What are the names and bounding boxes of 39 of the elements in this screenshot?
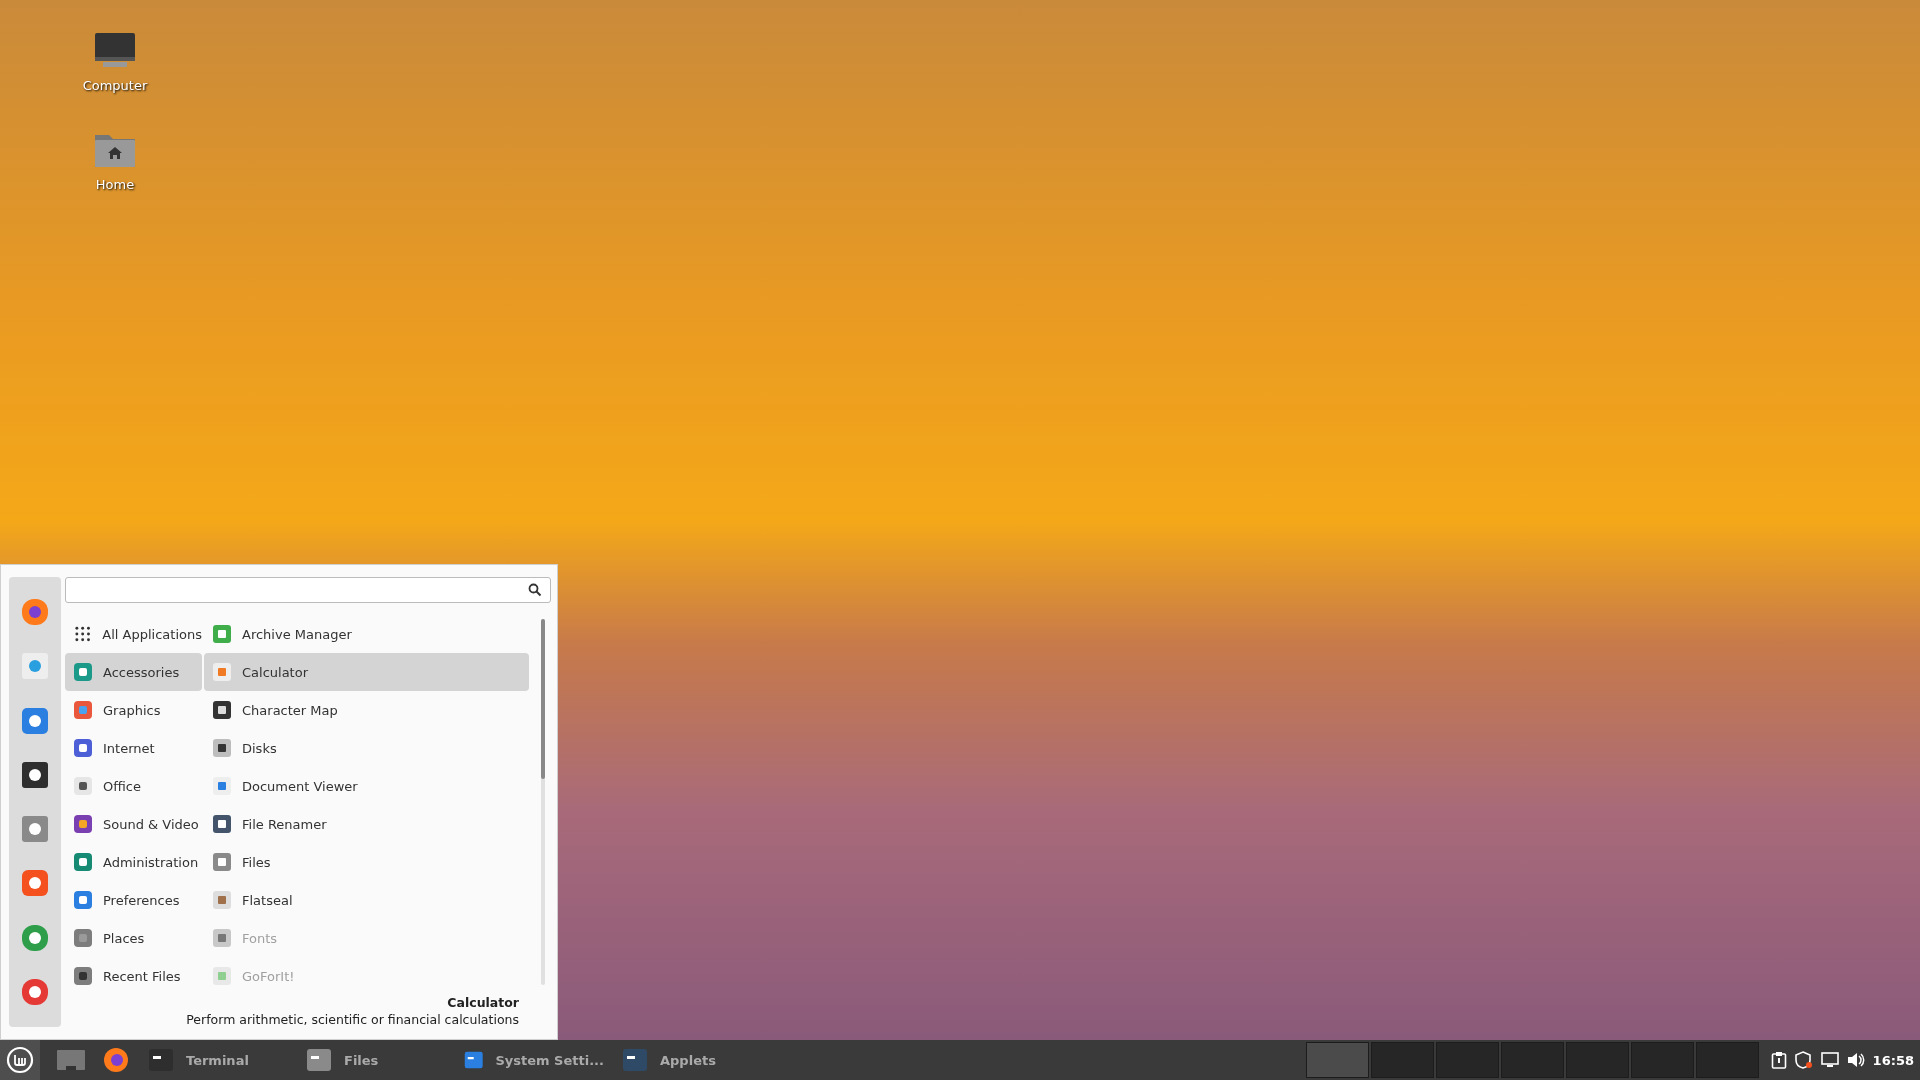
- window-button[interactable]: System Setti...: [458, 1048, 604, 1072]
- app-description: Perform arithmetic, scientific or financial calculations: [186, 1012, 519, 1027]
- search-icon: [528, 583, 542, 597]
- category-item[interactable]: All Applications: [65, 615, 202, 653]
- application-item[interactable]: Character Map: [204, 691, 529, 729]
- logo-icon: [6, 1046, 34, 1074]
- application-item[interactable]: Calculator: [204, 653, 529, 691]
- category-item[interactable]: Sound & Video: [65, 805, 202, 843]
- shield-icon[interactable]: [1794, 1051, 1813, 1069]
- category-item[interactable]: Recent Files: [65, 957, 202, 995]
- category-item[interactable]: Office: [65, 767, 202, 805]
- application-item[interactable]: File Renamer: [204, 805, 529, 843]
- category-item[interactable]: Accessories: [65, 653, 202, 691]
- application-item[interactable]: Document Viewer: [204, 767, 529, 805]
- window-button[interactable]: Terminal: [142, 1048, 288, 1072]
- category-item[interactable]: Places: [65, 919, 202, 957]
- category-item[interactable]: Internet: [65, 729, 202, 767]
- application-item[interactable]: Disks: [204, 729, 529, 767]
- application-item[interactable]: Flatseal: [204, 881, 529, 919]
- display-icon[interactable]: [1820, 1052, 1839, 1068]
- app-description-title: Calculator: [447, 995, 519, 1010]
- scrollbar-thumb[interactable]: [541, 619, 545, 779]
- grid-icon: [73, 624, 93, 644]
- monitor-icon[interactable]: [94, 32, 136, 70]
- scrollbar[interactable]: [541, 619, 545, 985]
- menu-button[interactable]: [0, 1040, 40, 1080]
- window-button[interactable]: Applets: [616, 1048, 762, 1072]
- application-item[interactable]: Files: [204, 843, 529, 881]
- category-item[interactable]: Preferences: [65, 881, 202, 919]
- category-item[interactable]: Graphics: [65, 691, 202, 729]
- window-button[interactable]: Files: [300, 1048, 446, 1072]
- application-item[interactable]: Archive Manager: [204, 615, 529, 653]
- volume-icon[interactable]: [1846, 1052, 1865, 1068]
- category-item[interactable]: Administration: [65, 843, 202, 881]
- clipboard-icon[interactable]: [1770, 1051, 1787, 1069]
- clock[interactable]: 16:58: [1872, 1052, 1914, 1068]
- show-desktop-icon[interactable]: [56, 1048, 86, 1072]
- search-field[interactable]: [65, 577, 551, 603]
- workspace-button[interactable]: [1305, 1042, 1369, 1078]
